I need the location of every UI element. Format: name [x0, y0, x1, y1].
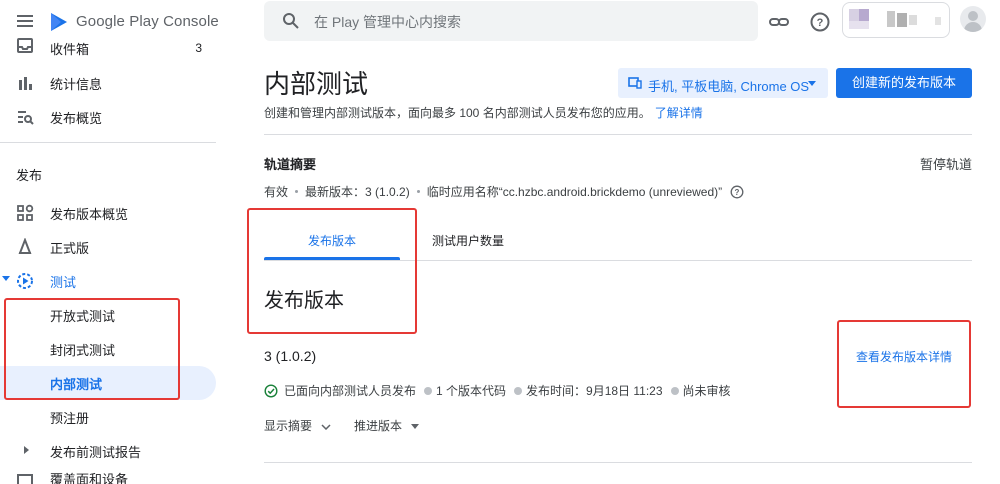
play-console-logo-icon: [51, 13, 67, 31]
svg-text:?: ?: [735, 188, 740, 197]
sidebar-item-closed-testing[interactable]: 封闭式测试: [0, 332, 216, 366]
track-status: 有效 最新版本：3 (1.0.2) 临时应用名称“cc.hzbc.android…: [264, 183, 744, 200]
learn-more-link[interactable]: 了解详情: [655, 106, 703, 120]
header-divider: [264, 134, 972, 135]
testing-play-icon: [17, 273, 33, 289]
section-title-releases: 发布版本: [264, 290, 344, 312]
pause-track-button[interactable]: 暂停轨道: [920, 154, 972, 173]
chevron-down-icon[interactable]: [2, 276, 10, 281]
devices-icon: [628, 77, 642, 89]
production-icon: [18, 238, 32, 254]
chevron-right-icon[interactable]: [24, 446, 29, 454]
sidebar-item-release-overview[interactable]: 发布概览: [0, 100, 216, 134]
search-input[interactable]: [314, 11, 734, 33]
sidebar-item-reach-devices[interactable]: 覆盖面和设备: [0, 468, 216, 484]
svg-text:?: ?: [817, 17, 824, 29]
version-codes: 1 个版本代码: [436, 384, 507, 398]
dashboard-icon: [17, 204, 34, 221]
release-time: 发布时间：9月18日 11:23: [526, 384, 663, 398]
page-title: 内部测试: [264, 69, 369, 99]
devices-icon: [17, 474, 33, 484]
sidebar-item-testing[interactable]: 测试: [0, 264, 216, 298]
caret-down-icon: [411, 424, 420, 430]
tab-releases[interactable]: 发布版本: [264, 232, 400, 260]
sidebar-item-internal-testing[interactable]: 内部测试: [0, 366, 216, 400]
promote-release-button[interactable]: 推进版本: [354, 417, 420, 434]
latest-release: 最新版本：3 (1.0.2): [305, 185, 410, 199]
app-title[interactable]: Google Play Console: [76, 13, 219, 30]
inbox-count: 3: [195, 41, 202, 55]
page-description: 创建和管理内部测试版本，面向最多 100 名内部测试人员发布您的应用。 了解详情: [264, 106, 703, 120]
sidebar: 收件箱 3 统计信息 发布概览 发布 发布版本概览 正式版 测试 开放式测试 封…: [0, 38, 216, 484]
highlight-box-releases-tab: [247, 208, 417, 334]
track-summary-title: 轨道摘要: [264, 157, 317, 172]
release-meta: 已面向内部测试人员发布 1 个版本代码 发布时间：9月18日 11:23 尚未审…: [264, 382, 731, 399]
search-icon: [283, 13, 299, 29]
help-icon[interactable]: ?: [730, 185, 744, 199]
avatar[interactable]: [960, 6, 986, 32]
menu-icon[interactable]: [14, 11, 36, 33]
sidebar-item-pre-launch-report[interactable]: 发布前测试报告: [0, 434, 216, 468]
sidebar-item-inbox[interactable]: 收件箱 3: [0, 34, 216, 62]
temp-app-name: 临时应用名称“cc.hzbc.android.brickdemo (unrevi…: [426, 185, 723, 199]
tabs-divider: [264, 260, 972, 261]
view-release-details-link[interactable]: 查看发布版本详情: [856, 348, 952, 365]
show-summary-button[interactable]: 显示摘要: [264, 417, 331, 434]
main-content: 内部测试 手机, 平板电脑, Chrome OS 创建新的发布版本 创建和管理内…: [247, 44, 976, 484]
list-search-icon: [18, 111, 34, 125]
sidebar-item-open-testing[interactable]: 开放式测试: [0, 298, 216, 332]
section-title-release: 发布: [16, 168, 43, 183]
link-icon[interactable]: [768, 11, 790, 33]
chevron-down-icon: [321, 424, 331, 430]
search-bar[interactable]: [264, 1, 758, 41]
help-icon[interactable]: ?: [809, 11, 831, 33]
bottom-divider: [264, 462, 972, 463]
create-release-button[interactable]: 创建新的发布版本: [836, 68, 972, 98]
sidebar-item-releases-overview[interactable]: 发布版本概览: [0, 196, 216, 230]
sidebar-item-statistics[interactable]: 统计信息: [0, 66, 216, 100]
sidebar-divider: [0, 142, 216, 143]
sidebar-item-production[interactable]: 正式版: [0, 230, 216, 264]
bar-chart-icon: [19, 77, 32, 90]
sidebar-item-pre-registration[interactable]: 预注册: [0, 400, 216, 434]
tab-testers[interactable]: 测试用户数量: [400, 232, 536, 260]
check-circle-icon: [264, 383, 278, 398]
release-status: 已面向内部测试人员发布: [284, 384, 417, 398]
device-filter-button[interactable]: 手机, 平板电脑, Chrome OS: [618, 68, 828, 98]
chevron-down-icon: [808, 81, 816, 86]
developer-account-switcher[interactable]: [842, 2, 950, 38]
release-name: 3 (1.0.2): [264, 348, 317, 364]
review-status: 尚未审核: [682, 384, 731, 398]
inbox-icon: [17, 38, 33, 53]
track-state: 有效: [264, 185, 289, 199]
